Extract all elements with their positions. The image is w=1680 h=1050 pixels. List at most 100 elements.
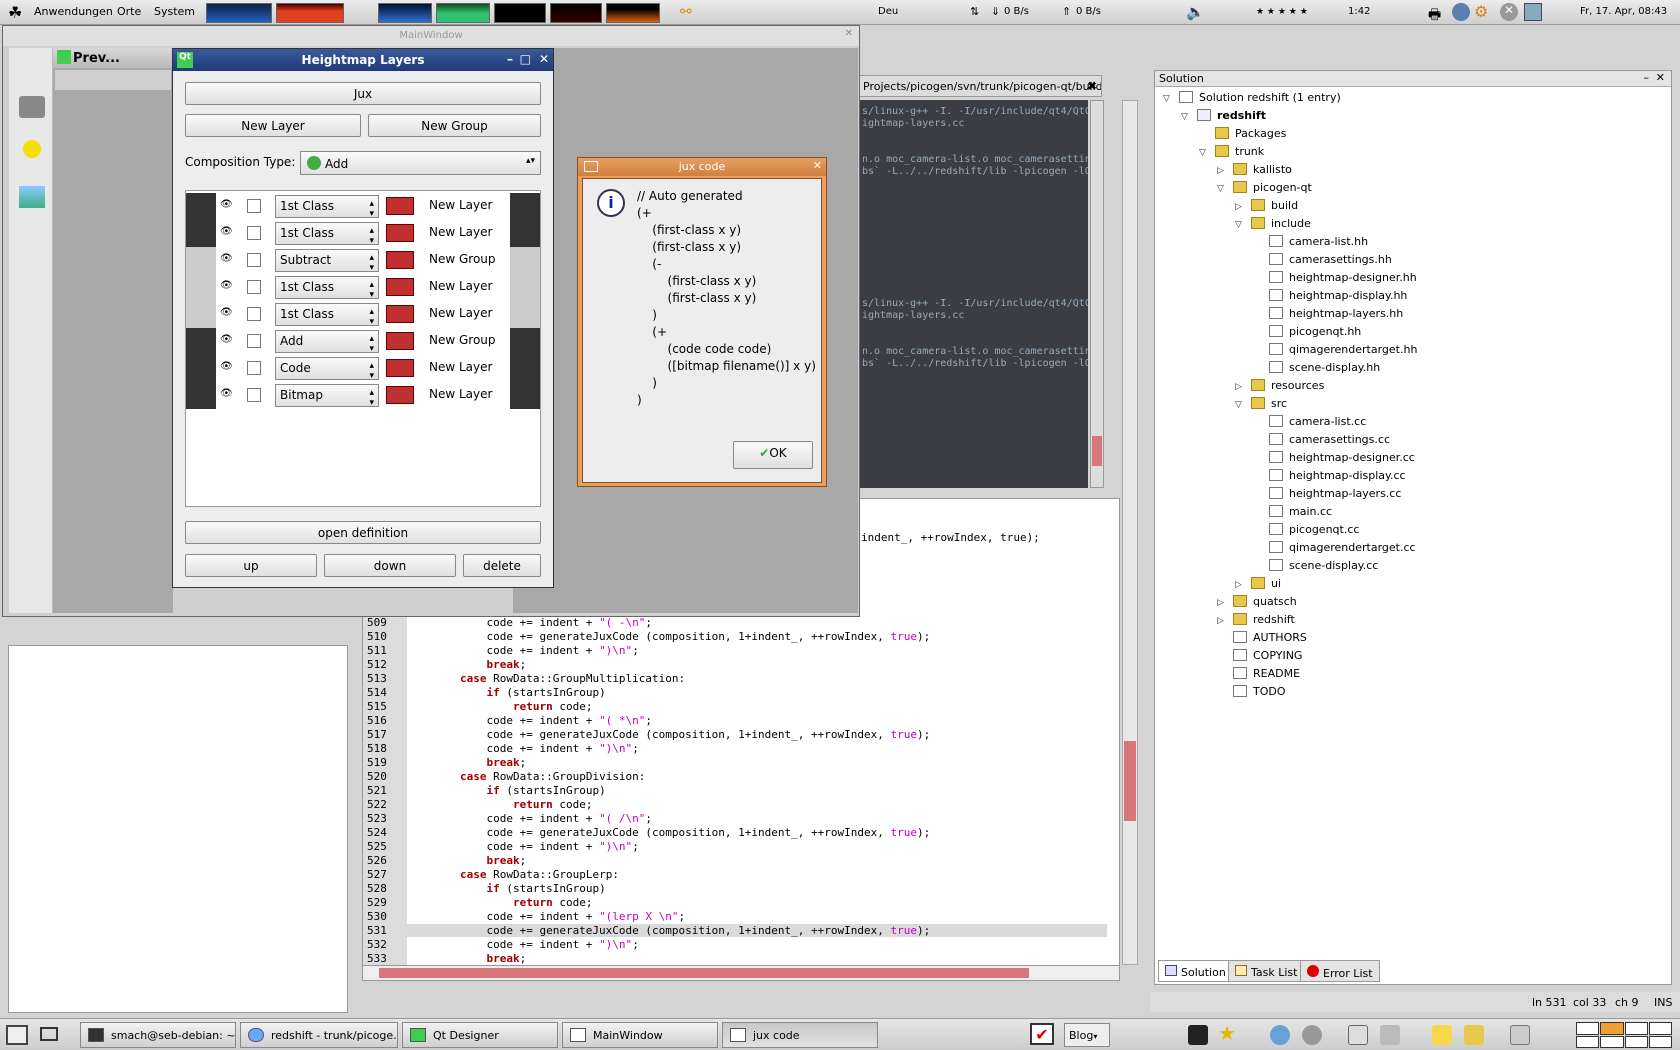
tree-item[interactable]: camerasettings.cc xyxy=(1269,433,1390,451)
layer-list[interactable]: 👁 1st Class ▴ ▾ New Layer 👁 1st Class ▴ ▾ New Lay… xyxy=(185,190,541,507)
workspace-2[interactable] xyxy=(1600,1022,1624,1035)
editor-horizontal-scrollbar[interactable] xyxy=(362,965,1120,981)
expanded-arrow-icon[interactable]: ▽ xyxy=(1217,184,1224,194)
new-group-button[interactable]: New Group xyxy=(368,114,541,137)
clock[interactable]: Fr, 17. Apr, 08:43 xyxy=(1580,6,1667,17)
tree-item[interactable]: picogenqt.hh xyxy=(1269,325,1361,343)
jux-button[interactable]: Jux xyxy=(185,82,541,105)
workspace-4[interactable] xyxy=(1648,1022,1672,1035)
tree-item[interactable]: Packages xyxy=(1215,127,1286,145)
tree-item[interactable]: heightmap-designer.hh xyxy=(1269,271,1417,289)
taskbar-item-jux-code[interactable]: jux code xyxy=(722,1022,878,1048)
visibility-eyes-icon[interactable]: 👁 xyxy=(220,253,233,264)
layer-enabled-checkbox[interactable] xyxy=(247,253,261,267)
tree-item[interactable]: README xyxy=(1233,667,1300,685)
window-menu-icon[interactable] xyxy=(584,161,598,172)
preview-titlebar[interactable]: Prev... xyxy=(53,48,173,68)
layer-row[interactable]: 👁 1st Class ▴ ▾ New Layer xyxy=(186,193,540,220)
vscroll-thumb[interactable] xyxy=(1124,741,1136,821)
layer-enabled-checkbox[interactable] xyxy=(247,361,261,375)
tree-item[interactable]: heightmap-designer.cc xyxy=(1269,451,1415,469)
workspace-8[interactable] xyxy=(1648,1035,1672,1048)
layer-type-select[interactable]: Code ▴ ▾ xyxy=(275,357,379,381)
browser-icon[interactable] xyxy=(1270,1025,1290,1045)
visibility-eyes-icon[interactable]: 👁 xyxy=(220,388,233,399)
layer-enabled-checkbox[interactable] xyxy=(247,334,261,348)
tree-item[interactable]: redshift xyxy=(1197,109,1266,127)
down-button[interactable]: down xyxy=(324,554,456,577)
layer-type-select[interactable]: 1st Class ▴ ▾ xyxy=(275,222,379,246)
taskbar-item-terminal[interactable]: smach@seb-debian: ~... xyxy=(80,1022,236,1048)
rating-stars[interactable]: ★ ★ ★ ★ ★ xyxy=(1256,7,1308,17)
gnome-foot-icon[interactable]: ☘ xyxy=(8,3,26,22)
network-manager-icon[interactable] xyxy=(1524,3,1542,21)
tree-item[interactable]: ui xyxy=(1251,577,1281,595)
keyboard-layout[interactable]: Deu xyxy=(878,6,898,17)
tree-item[interactable]: COPYING xyxy=(1233,649,1302,667)
tree-item[interactable]: heightmap-display.hh xyxy=(1269,289,1407,307)
terminal-scroll-thumb[interactable] xyxy=(1092,436,1102,466)
expanded-arrow-icon[interactable]: ▽ xyxy=(1199,148,1206,158)
volume-icon[interactable]: 🔈 xyxy=(1186,3,1205,21)
close-icon[interactable]: ✕ xyxy=(539,52,549,66)
webcam-icon[interactable] xyxy=(1302,1025,1322,1045)
system-monitor-icon[interactable] xyxy=(1348,1025,1368,1045)
trash-icon[interactable] xyxy=(1510,1025,1530,1045)
workspace-switcher[interactable] xyxy=(1576,1022,1672,1048)
tree-item[interactable]: kallisto xyxy=(1233,163,1292,181)
camera-icon[interactable] xyxy=(19,96,45,118)
menu-system[interactable]: System xyxy=(154,5,195,18)
tree-item[interactable]: scene-display.cc xyxy=(1269,559,1378,577)
terminal-tab[interactable]: Projects/picogen/svn/trunk/picogen-qt/bu… xyxy=(858,75,1102,97)
weather-icon[interactable] xyxy=(1452,3,1470,21)
tree-item[interactable]: qimagerendertarget.cc xyxy=(1269,541,1416,559)
main-window-close-icon[interactable]: ✕ xyxy=(845,28,853,39)
expanded-arrow-icon[interactable]: ▽ xyxy=(1163,94,1170,104)
layer-row[interactable]: 👁 Code ▴ ▾ New Layer xyxy=(186,355,540,382)
tasks-check-icon[interactable]: ✔ xyxy=(1030,1023,1054,1045)
collapsed-arrow-icon[interactable]: ▷ xyxy=(1217,166,1224,176)
tree-item[interactable]: qimagerendertarget.hh xyxy=(1269,343,1417,361)
composition-type-select[interactable]: Add ▴▾ xyxy=(300,151,541,175)
collapsed-arrow-icon[interactable]: ▷ xyxy=(1217,598,1224,608)
layer-type-select[interactable]: 1st Class ▴ ▾ xyxy=(275,303,379,327)
terminal-scrollbar[interactable] xyxy=(1090,100,1104,488)
up-button[interactable]: up xyxy=(185,554,317,577)
star-icon[interactable]: ★ xyxy=(1218,1021,1236,1045)
collapsed-arrow-icon[interactable]: ▷ xyxy=(1235,580,1242,590)
tree-item[interactable]: TODO xyxy=(1233,685,1286,703)
tree-item[interactable]: AUTHORS xyxy=(1233,631,1307,649)
layer-type-select[interactable]: 1st Class ▴ ▾ xyxy=(275,195,379,219)
layer-type-select[interactable]: Subtract ▴ ▾ xyxy=(275,249,379,273)
collapsed-arrow-icon[interactable]: ▷ xyxy=(1235,382,1242,392)
layer-row[interactable]: 👁 1st Class ▴ ▾ New Layer xyxy=(186,301,540,328)
layer-row[interactable]: 👁 Subtract ▴ ▾ New Group xyxy=(186,247,540,274)
tab-error-list[interactable]: Error List xyxy=(1300,960,1380,982)
close-icon[interactable]: ✕ xyxy=(813,159,822,172)
hscroll-thumb[interactable] xyxy=(379,968,1029,978)
tree-item[interactable]: picogen-qt xyxy=(1233,181,1312,199)
layer-enabled-checkbox[interactable] xyxy=(247,388,261,402)
folder-icon[interactable] xyxy=(1464,1025,1484,1045)
menu-places[interactable]: Orte xyxy=(117,5,141,18)
layer-type-select[interactable]: Add ▴ ▾ xyxy=(275,330,379,354)
close-session-icon[interactable]: ✕ xyxy=(1500,3,1518,21)
minimize-icon[interactable]: – xyxy=(507,52,513,66)
visibility-eyes-icon[interactable]: 👁 xyxy=(220,307,233,318)
visibility-eyes-icon[interactable]: 👁 xyxy=(220,361,233,372)
menu-applications[interactable]: Anwendungen xyxy=(34,5,113,18)
tree-item[interactable]: heightmap-display.cc xyxy=(1269,469,1406,487)
visibility-eyes-icon[interactable]: 👁 xyxy=(220,226,233,237)
notes-icon[interactable] xyxy=(1380,1025,1400,1045)
tree-item[interactable]: scene-display.hh xyxy=(1269,361,1380,379)
taskbar-item-mainwindow[interactable]: MainWindow xyxy=(562,1022,718,1048)
tree-item[interactable]: picogenqt.cc xyxy=(1269,523,1359,541)
tree-item[interactable]: include xyxy=(1251,217,1311,235)
tree-item[interactable]: src xyxy=(1251,397,1287,415)
tree-item[interactable]: Solution redshift (1 entry) xyxy=(1179,91,1341,109)
landscape-icon[interactable] xyxy=(19,186,45,208)
terminal-output[interactable]: s/linux-g++ -I. -I/usr/include/qt4/QtC ig… xyxy=(858,100,1088,488)
editor-vertical-scrollbar[interactable] xyxy=(1122,100,1138,965)
ok-button[interactable]: ✔OK xyxy=(733,441,813,469)
layer-enabled-checkbox[interactable] xyxy=(247,199,261,213)
